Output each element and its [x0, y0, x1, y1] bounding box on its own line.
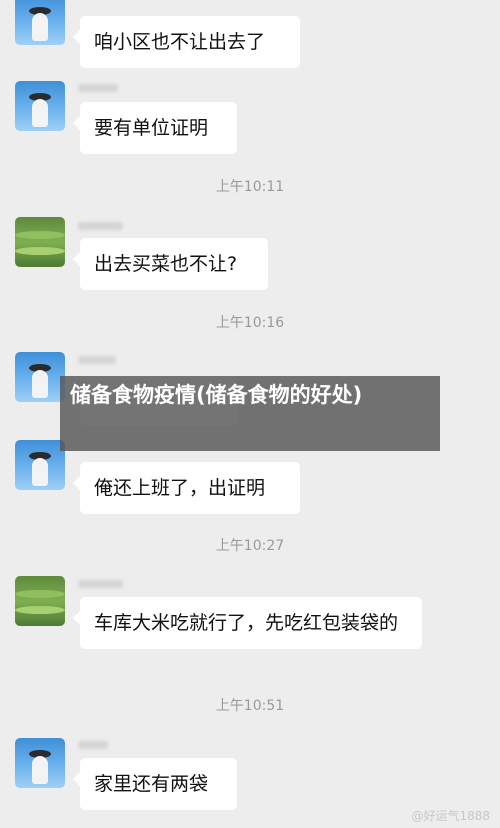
sender-name	[78, 84, 118, 92]
message-bubble[interactable]: 车库大米吃就行了，先吃红包装袋的	[73, 597, 422, 649]
message-text: 出去买菜也不让?	[94, 253, 238, 275]
message-text: 车库大米吃就行了，先吃红包装袋的	[94, 612, 399, 634]
sender-name	[78, 222, 123, 230]
message-text: 家里还有两袋	[94, 773, 209, 795]
avatar-figure	[32, 370, 48, 398]
message-bubble[interactable]: 要有单位证明	[73, 102, 237, 154]
avatar-figure	[32, 99, 48, 127]
avatar-figure	[32, 13, 48, 41]
message-text: 要有单位证明	[94, 117, 209, 139]
avatar[interactable]	[15, 81, 65, 131]
avatar-terrace	[15, 247, 65, 255]
avatar-terrace	[15, 590, 65, 598]
timestamp: 上午10:16	[215, 315, 285, 331]
avatar[interactable]	[15, 440, 65, 490]
avatar-figure	[32, 458, 48, 486]
watermark: @好运气1888	[411, 809, 490, 823]
avatar[interactable]	[15, 576, 65, 626]
message-bubble[interactable]: 出去买菜也不让?	[73, 238, 268, 290]
sender-name	[78, 741, 108, 749]
avatar[interactable]	[15, 738, 65, 788]
avatar-terrace	[15, 606, 65, 614]
message-bubble[interactable]: 俺还上班了，出证明	[73, 462, 300, 514]
sender-name	[78, 580, 123, 588]
avatar-terrace	[15, 231, 65, 239]
message-bubble[interactable]: 咱小区也不让出去了	[73, 16, 300, 68]
sender-name	[78, 356, 116, 364]
avatar[interactable]	[15, 352, 65, 402]
message-text: 咱小区也不让出去了	[94, 31, 266, 53]
timestamp: 上午10:11	[215, 179, 285, 195]
message-text: 俺还上班了，出证明	[94, 477, 266, 499]
avatar[interactable]	[15, 0, 65, 45]
caption-title: 储备食物疫情(储备食物的好处)	[70, 383, 363, 407]
timestamp: 上午10:51	[215, 698, 285, 714]
avatar-figure	[32, 756, 48, 784]
avatar[interactable]	[15, 217, 65, 267]
message-bubble[interactable]: 家里还有两袋	[73, 758, 237, 810]
timestamp: 上午10:27	[215, 538, 285, 554]
